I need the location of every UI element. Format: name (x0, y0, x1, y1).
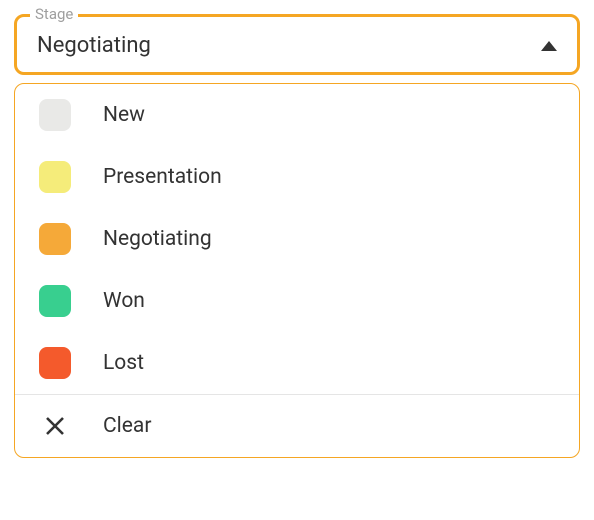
option-won[interactable]: Won (15, 270, 579, 332)
option-label: Presentation (103, 165, 222, 189)
option-label: Won (103, 289, 145, 313)
option-lost[interactable]: Lost (15, 332, 579, 394)
field-label: Stage (30, 5, 78, 23)
stage-select[interactable]: Negotiating (14, 14, 580, 75)
swatch-icon (39, 347, 71, 379)
selected-value: Negotiating (37, 33, 151, 58)
swatch-icon (39, 161, 71, 193)
option-label: Negotiating (103, 227, 212, 251)
clear-label: Clear (103, 414, 151, 438)
option-presentation[interactable]: Presentation (15, 146, 579, 208)
chevron-up-icon (541, 41, 557, 51)
swatch-icon (39, 223, 71, 255)
option-new[interactable]: New (15, 84, 579, 146)
option-clear[interactable]: Clear (15, 395, 579, 457)
option-negotiating[interactable]: Negotiating (15, 208, 579, 270)
close-icon (39, 410, 71, 442)
stage-dropdown: New Presentation Negotiating Won Lost Cl… (14, 83, 580, 458)
swatch-icon (39, 285, 71, 317)
option-label: New (103, 103, 145, 127)
swatch-icon (39, 99, 71, 131)
option-label: Lost (103, 351, 144, 375)
